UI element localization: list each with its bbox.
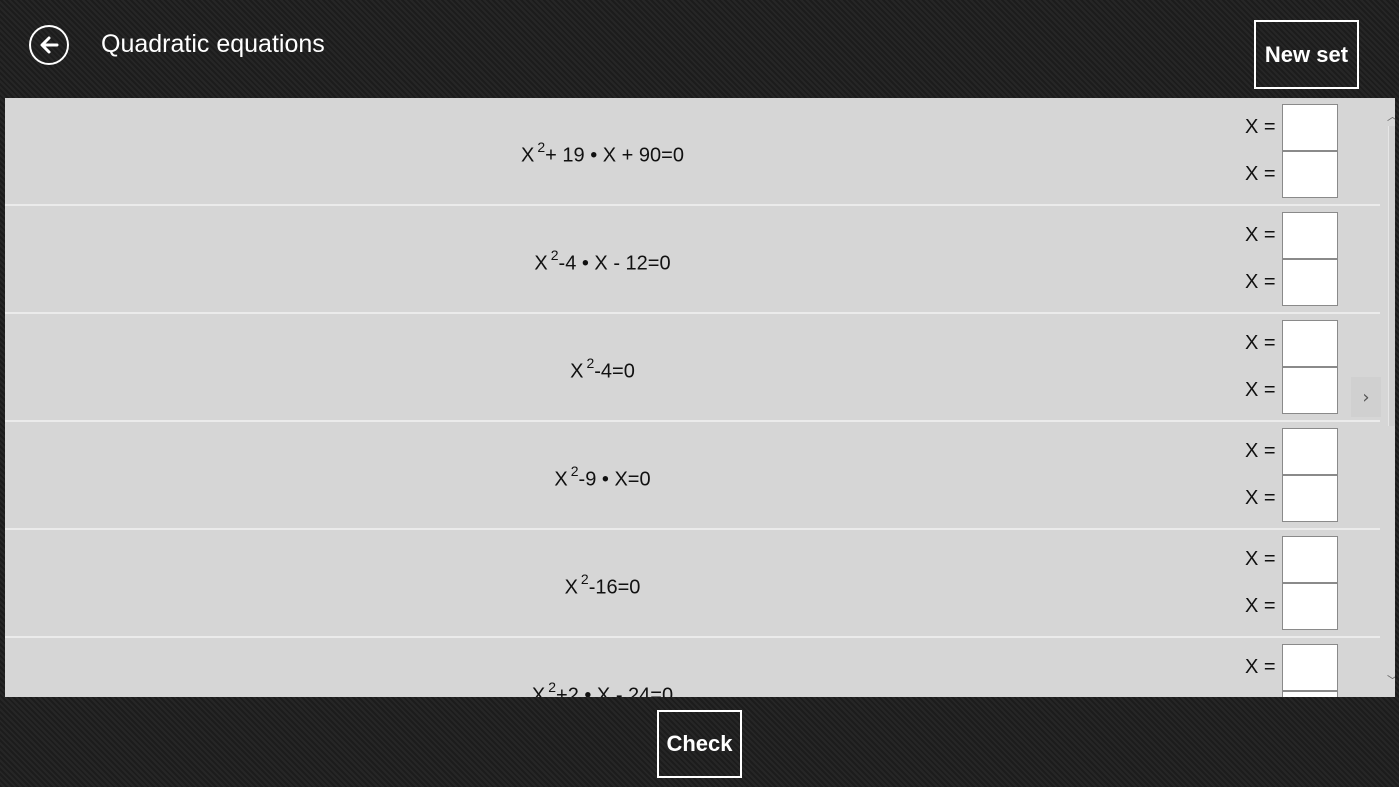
equation-variable: X (564, 576, 578, 599)
answer-label: X = (1245, 487, 1276, 509)
equation-exponent: 2 (586, 354, 595, 371)
answer-group-2: X = (1245, 475, 1338, 522)
answer-input-1[interactable] (1282, 428, 1338, 475)
scroll-thumb[interactable] (1388, 126, 1395, 426)
answer-label: X = (1245, 332, 1276, 354)
equation-exponent: 2 (537, 138, 546, 155)
equation-text: X 2-16=0 (5, 530, 1200, 636)
new-set-button[interactable]: New set (1254, 20, 1359, 89)
equation-remainder: -4=0 (594, 360, 635, 383)
answer-label: X = (1245, 224, 1276, 246)
answer-group-2: X = (1245, 583, 1338, 630)
chevron-right-icon: › (1362, 386, 1370, 408)
chevron-down-icon: ﹀ (1387, 672, 1395, 688)
flip-next-button[interactable]: › (1351, 377, 1381, 417)
answer-input-2[interactable] (1282, 691, 1338, 697)
answer-group-2: X = (1245, 691, 1338, 697)
answer-input-1[interactable] (1282, 644, 1338, 691)
equation-text: X 2+2 • X - 24=0 (5, 638, 1200, 697)
answer-input-2[interactable] (1282, 367, 1338, 414)
equation-rows: X 2+ 19 • X + 90=0 X = X = X 2-4 • X - 12=0 X … (5, 98, 1395, 697)
answer-input-1[interactable] (1282, 212, 1338, 259)
answer-label: X = (1245, 116, 1276, 138)
equation-text: X 2-4=0 (5, 314, 1200, 420)
answer-input-2[interactable] (1282, 259, 1338, 306)
answer-label: X = (1245, 656, 1276, 678)
app-header: Quadratic equations New set (0, 0, 1399, 98)
back-arrow-icon (40, 36, 59, 54)
answer-input-2[interactable] (1282, 151, 1338, 198)
equation-variable: X (534, 252, 548, 275)
equation-expression: X 2-9 • X=0 (554, 459, 650, 492)
equation-expression: X 2+2 • X - 24=0 (532, 675, 673, 697)
equation-row: X 2-4 • X - 12=0 X = X = (5, 206, 1380, 314)
equation-remainder: -9 • X=0 (578, 468, 651, 491)
scroll-down-button[interactable]: ﹀ (1385, 672, 1395, 687)
equation-row: X2+2 • X - 24=0 X = X = (5, 638, 1380, 697)
equation-exponent: 2 (550, 246, 559, 263)
answer-input-2[interactable] (1282, 475, 1338, 522)
equation-variable: X (570, 360, 584, 383)
equation-text: X 2-9 • X=0 (5, 422, 1200, 528)
answer-label: X = (1245, 595, 1276, 617)
equation-exponent: 2 (570, 462, 579, 479)
vertical-scrollbar[interactable]: ︿ ﹀ (1385, 98, 1395, 697)
answer-group-2: X = (1245, 151, 1338, 198)
equation-text: X 2-4 • X - 12=0 (5, 206, 1200, 312)
answer-group-1: X = (1245, 212, 1338, 259)
equation-remainder: +2 • X - 24=0 (556, 684, 674, 697)
scroll-up-button[interactable]: ︿ (1385, 108, 1395, 123)
answer-input-1[interactable] (1282, 320, 1338, 367)
answer-group-1: X = (1245, 644, 1338, 691)
answer-group-1: X = (1245, 428, 1338, 475)
equation-variable: X (531, 684, 546, 697)
equation-row: X 2-16=0 X = X = (5, 530, 1380, 638)
equation-expression: X 2+ 19 • X + 90=0 (521, 135, 684, 168)
equation-row: X 2-4=0 X = X = (5, 314, 1380, 422)
equation-variable: X (554, 468, 568, 491)
equation-text: X 2+ 19 • X + 90=0 (5, 98, 1200, 204)
equation-remainder: -4 • X - 12=0 (558, 252, 671, 275)
answer-group-2: X = (1245, 367, 1338, 414)
equation-expression: X 2-16=0 (565, 567, 641, 600)
answer-label: X = (1245, 379, 1276, 401)
equation-variable: X (521, 144, 535, 167)
equation-remainder: -16=0 (588, 576, 641, 599)
equation-expression: X 2-4=0 (570, 351, 635, 384)
equation-row: X 2+ 19 • X + 90=0 X = X = (5, 98, 1380, 206)
chevron-up-icon: ︿ (1387, 108, 1395, 124)
answer-input-1[interactable] (1282, 104, 1338, 151)
answer-group-2: X = (1245, 259, 1338, 306)
equation-row: X 2-9 • X=0 X = X = (5, 422, 1380, 530)
check-button[interactable]: Check (657, 710, 742, 778)
answer-input-2[interactable] (1282, 583, 1338, 630)
answer-input-1[interactable] (1282, 536, 1338, 583)
equation-exponent: 2 (580, 570, 589, 587)
answer-label: X = (1245, 548, 1276, 570)
page-title: Quadratic equations (101, 30, 325, 58)
answer-label: X = (1245, 440, 1276, 462)
answer-label: X = (1245, 271, 1276, 293)
equation-list[interactable]: X 2+ 19 • X + 90=0 X = X = X 2-4 • X - 12=0 X … (5, 98, 1395, 697)
equation-expression: X 2-4 • X - 12=0 (534, 243, 670, 276)
equation-remainder: + 19 • X + 90=0 (545, 144, 684, 167)
answer-label: X = (1245, 163, 1276, 185)
back-button[interactable] (29, 25, 69, 65)
answer-group-1: X = (1245, 320, 1338, 367)
answer-group-1: X = (1245, 104, 1338, 151)
equation-exponent: 2 (548, 678, 557, 695)
answer-group-1: X = (1245, 536, 1338, 583)
